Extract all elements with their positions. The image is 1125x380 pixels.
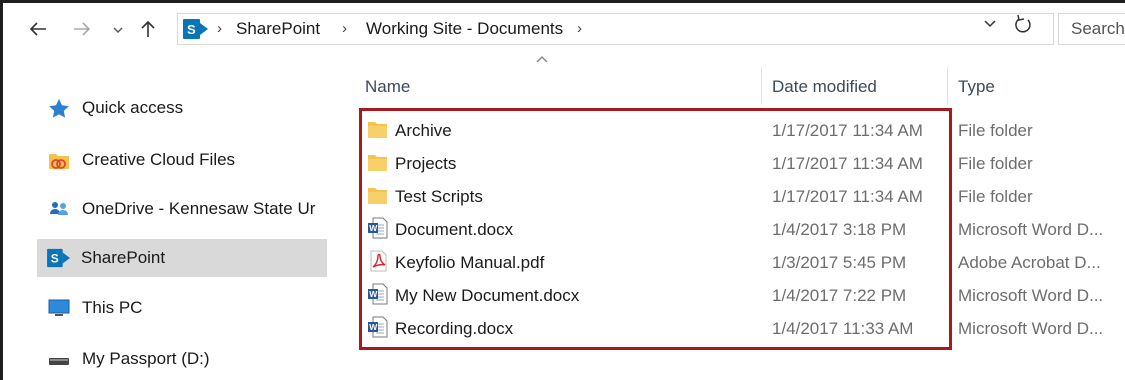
breadcrumb-separator: › xyxy=(217,20,222,37)
refresh-button[interactable] xyxy=(1014,14,1032,40)
sharepoint-icon: S xyxy=(183,19,208,39)
back-button[interactable] xyxy=(26,14,50,44)
recent-locations-button[interactable] xyxy=(110,14,126,44)
chevron-down-icon xyxy=(984,20,996,28)
drive-icon xyxy=(49,358,69,365)
file-type: Microsoft Word D... xyxy=(958,220,1104,239)
search-box[interactable]: Search xyxy=(1058,13,1125,45)
up-button[interactable] xyxy=(136,14,160,44)
highlight-box xyxy=(359,108,952,350)
breadcrumb-separator: › xyxy=(342,20,347,37)
column-header-type[interactable]: Type xyxy=(958,77,995,97)
file-type: Adobe Acrobat D... xyxy=(958,253,1101,272)
file-type: File folder xyxy=(958,154,1033,173)
chevron-down-icon xyxy=(113,27,123,33)
file-type: File folder xyxy=(958,187,1033,206)
file-type: Microsoft Word D... xyxy=(958,319,1104,338)
breadcrumb-sharepoint[interactable]: SharePoint xyxy=(236,14,320,44)
sort-ascending-icon xyxy=(536,50,548,66)
svg-text:S: S xyxy=(187,22,196,37)
arrow-left-icon xyxy=(29,22,46,36)
arrow-up-icon xyxy=(141,20,155,37)
file-type: File folder xyxy=(958,121,1033,140)
column-divider[interactable] xyxy=(761,67,762,105)
refresh-icon xyxy=(1015,14,1031,33)
nav-label: My Passport (D:) xyxy=(82,349,210,368)
forward-button[interactable] xyxy=(70,14,94,44)
breadcrumb-working-site-documents[interactable]: Working Site - Documents xyxy=(366,14,563,44)
breadcrumb-separator: › xyxy=(577,20,582,37)
address-bar[interactable]: S › SharePoint › Working Site - Document… xyxy=(177,13,1054,45)
column-header-name[interactable]: Name xyxy=(365,77,410,97)
column-divider[interactable] xyxy=(947,67,948,105)
search-placeholder: Search xyxy=(1071,19,1125,38)
file-type: Microsoft Word D... xyxy=(958,286,1104,305)
column-header-date-modified[interactable]: Date modified xyxy=(772,77,877,97)
nav-item-my-passport[interactable]: My Passport (D:) xyxy=(38,340,328,378)
address-history-button[interactable] xyxy=(983,16,997,34)
arrow-right-icon xyxy=(74,22,91,36)
